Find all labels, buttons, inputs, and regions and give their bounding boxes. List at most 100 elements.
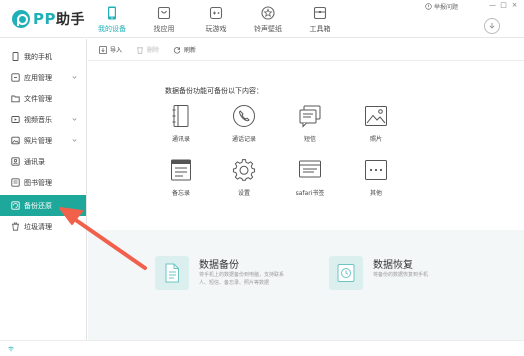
delete-icon	[137, 46, 144, 54]
data-backup-desc-line1: 将手机上的数据备份到电脑，支持联系	[199, 272, 285, 278]
status-bar	[0, 340, 524, 356]
data-backup-description: 将手机上的数据备份到电脑，支持联系 人、短信、备忘录、照片等数据	[199, 271, 284, 287]
backup-category-settings: 设置	[219, 158, 269, 208]
book-icon	[11, 178, 20, 187]
sidebar-item-label: 垃圾清理	[24, 222, 52, 231]
sidebar-item-label: 视频音乐	[24, 115, 52, 124]
nav-my-device[interactable]: 我的设备	[86, 0, 138, 38]
star-icon	[261, 6, 275, 20]
other-icon	[365, 160, 387, 180]
feedback-link[interactable]: 举报问题	[425, 2, 458, 11]
sidebar: 我的手机 应用管理 文件管理 视频音乐 照片管理 通讯录 图书管理 备份还原 垃…	[0, 39, 87, 340]
wifi-icon	[8, 346, 14, 352]
maximize-button[interactable]: □	[498, 1, 509, 10]
phone-icon	[12, 52, 19, 61]
nav-play-games[interactable]: 玩游戏	[190, 0, 242, 38]
chevron-down-icon	[72, 76, 77, 79]
sidebar-item-app-management[interactable]: 应用管理	[0, 67, 86, 88]
nav-toolbox[interactable]: 工具箱	[294, 0, 346, 38]
sidebar-item-label: 备份还原	[24, 201, 52, 210]
backup-category-call-log: 通话记录	[219, 104, 269, 154]
minimize-button[interactable]: —	[487, 1, 498, 10]
nav-label: 我的设备	[98, 25, 126, 33]
import-button[interactable]: 导入	[99, 45, 122, 54]
nav-label: 玩游戏	[205, 25, 227, 33]
nav-label: 工具箱	[309, 25, 331, 33]
memo-icon	[171, 159, 191, 181]
data-backup-card[interactable]: 数据备份 将手机上的数据备份到电脑，支持联系 人、短信、备忘录、照片等数据	[155, 256, 335, 296]
data-backup-icon	[155, 256, 189, 290]
sidebar-item-label: 应用管理	[24, 73, 52, 82]
sidebar-item-video-music[interactable]: 视频音乐	[0, 109, 86, 130]
delete-button[interactable]: 删除	[136, 45, 159, 54]
download-button[interactable]	[484, 18, 500, 34]
bag-icon	[157, 6, 171, 20]
bookmark-icon	[299, 160, 321, 178]
nav-ringtones-wallpapers[interactable]: 铃声壁纸	[242, 0, 294, 38]
sidebar-item-junk-cleanup[interactable]: 垃圾清理	[0, 216, 86, 237]
feedback-label: 举报问题	[434, 4, 459, 11]
trash-icon	[12, 222, 19, 231]
chevron-down-icon	[72, 139, 77, 142]
data-restore-desc-line1: 将备份的数据恢复到手机	[373, 272, 429, 278]
refresh-icon	[173, 46, 181, 54]
backup-category-photos: 照片	[351, 104, 401, 154]
chevron-down-icon	[72, 118, 77, 121]
sms-icon	[299, 105, 321, 128]
app-logo: PP助手	[12, 9, 85, 29]
folder-icon	[11, 95, 20, 103]
nav-label: 铃声壁纸	[254, 25, 282, 33]
category-label: 设置	[237, 190, 250, 197]
nav-label: 找应用	[153, 25, 175, 33]
gamepad-icon	[209, 6, 223, 20]
window-controls: — □ ×	[487, 1, 520, 10]
contacts-icon	[11, 157, 20, 166]
download-icon	[489, 22, 495, 29]
nav-find-apps[interactable]: 找应用	[138, 0, 190, 38]
delete-label: 删除	[147, 47, 160, 54]
data-restore-card[interactable]: 数据恢复 将备份的数据恢复到手机	[329, 256, 489, 296]
main-nav: 我的设备 找应用 玩游戏 铃声壁纸 工具箱	[86, 0, 346, 38]
phone-icon	[108, 6, 116, 20]
refresh-button[interactable]: 刷新	[173, 45, 196, 54]
category-label: 通话记录	[231, 136, 256, 143]
sidebar-item-file-management[interactable]: 文件管理	[0, 88, 86, 109]
logo-text-cn: 助手	[56, 12, 85, 28]
category-label: safari书签	[295, 190, 325, 197]
pp-logo-icon	[12, 10, 30, 28]
refresh-label: 刷新	[184, 47, 197, 54]
sidebar-item-label: 图书管理	[24, 178, 52, 187]
sidebar-item-photo-management[interactable]: 照片管理	[0, 130, 86, 151]
data-backup-title: 数据备份	[199, 260, 239, 271]
backup-category-contacts: 通讯录	[156, 104, 206, 154]
backup-category-memo: 备忘录	[156, 158, 206, 208]
sidebar-item-my-phone[interactable]: 我的手机	[0, 46, 86, 67]
backup-category-other: 其他	[351, 158, 401, 208]
photo-icon	[11, 136, 20, 145]
sidebar-item-label: 文件管理	[24, 94, 52, 103]
data-backup-desc-line2: 人、短信、备忘录、照片等数据	[199, 280, 270, 286]
backup-intro-text: 数据备份功能可备份以下内容：	[165, 87, 263, 95]
contacts-book-icon	[172, 105, 189, 127]
sidebar-item-contacts[interactable]: 通讯录	[0, 151, 86, 172]
sidebar-item-label: 通讯录	[24, 157, 45, 166]
logo-text: PP	[33, 10, 56, 28]
photos-icon	[365, 106, 387, 126]
import-label: 导入	[110, 47, 123, 54]
toolbox-icon	[313, 6, 327, 20]
sidebar-item-backup-restore[interactable]: 备份还原	[0, 195, 86, 216]
video-icon	[11, 116, 20, 123]
sidebar-item-label: 照片管理	[24, 136, 52, 145]
sidebar-item-book-management[interactable]: 图书管理	[0, 172, 86, 193]
data-restore-icon	[329, 256, 363, 290]
backup-icon	[11, 201, 20, 210]
title-bar: PP助手 我的设备 找应用 玩游戏 铃声壁纸 工具箱 举报问题 — □ ×	[0, 0, 524, 38]
call-log-icon	[233, 105, 255, 127]
category-label: 照片	[369, 136, 382, 143]
app-icon	[11, 73, 20, 82]
content-toolbar: 导入 删除 刷新	[88, 39, 524, 61]
category-label: 通讯录	[171, 136, 190, 143]
close-button[interactable]: ×	[509, 1, 520, 10]
feedback-icon	[425, 3, 432, 10]
category-label: 其他	[369, 190, 382, 197]
